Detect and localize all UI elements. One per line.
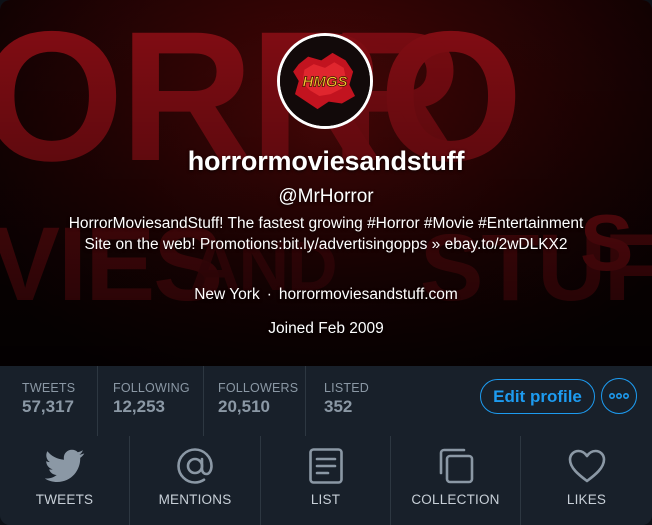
joined-date: Joined Feb 2009 — [268, 320, 384, 337]
profile-meta: New York · horrormoviesandstuff.com — [0, 286, 652, 304]
stat-followers[interactable]: FOLLOWERS 20,510 — [204, 366, 306, 436]
avatar[interactable]: HMGS — [277, 33, 373, 129]
stat-label: LISTED — [324, 381, 369, 395]
website-link[interactable]: horrormoviesandstuff.com — [279, 286, 458, 303]
avatar-logo-text: HMGS — [303, 74, 348, 91]
stat-listed[interactable]: LISTED 352 — [306, 366, 406, 436]
stat-value: 57,317 — [22, 397, 74, 416]
display-name: horrormoviesandstuff — [187, 146, 465, 176]
stat-label: FOLLOWING — [113, 381, 190, 395]
user-handle: @MrHorror — [278, 186, 374, 207]
stat-following[interactable]: FOLLOWING 12,253 — [98, 366, 204, 436]
tab-label: MENTIONS — [158, 492, 232, 507]
tab-label: TWEETS — [35, 492, 94, 507]
tab-label: COLLECTION — [411, 492, 500, 507]
collection-stack-icon — [439, 448, 473, 484]
profile-card: ORRO R VIES AND STUF S HMGS horrormovies… — [0, 0, 652, 525]
list-document-icon — [308, 448, 343, 484]
meta-separator: · — [266, 286, 272, 303]
more-dots-icon — [609, 392, 629, 400]
tab-collection[interactable]: COLLECTION — [391, 436, 521, 525]
tab-label: LIST — [310, 492, 341, 507]
stat-value: 20,510 — [218, 397, 270, 416]
twitter-bird-icon — [44, 449, 84, 482]
edit-profile-button[interactable]: Edit profile — [480, 379, 595, 414]
stat-tweets[interactable]: TWEETS 57,317 — [0, 366, 98, 436]
tab-list[interactable]: LIST — [261, 436, 391, 525]
profile-header: ORRO R VIES AND STUF S HMGS horrormovies… — [0, 0, 652, 366]
tab-likes[interactable]: LIKES — [521, 436, 652, 525]
tab-mentions[interactable]: MENTIONS — [130, 436, 261, 525]
heart-icon — [568, 449, 605, 483]
profile-bio: HorrorMoviesandStuff! The fastest growin… — [68, 215, 584, 253]
tabs-bar: TWEETS MENTIONS LIST COLLECTION LIKES — [0, 436, 652, 525]
stat-label: TWEETS — [22, 381, 76, 395]
stat-value: 12,253 — [113, 397, 165, 416]
location-text: New York — [194, 286, 260, 303]
tab-tweets[interactable]: TWEETS — [0, 436, 130, 525]
avatar-logo-image: HMGS — [280, 36, 370, 126]
tab-label: LIKES — [566, 492, 607, 507]
at-sign-icon — [177, 448, 213, 484]
stat-value: 352 — [324, 397, 353, 416]
more-button[interactable] — [601, 378, 637, 414]
stat-label: FOLLOWERS — [218, 381, 299, 395]
